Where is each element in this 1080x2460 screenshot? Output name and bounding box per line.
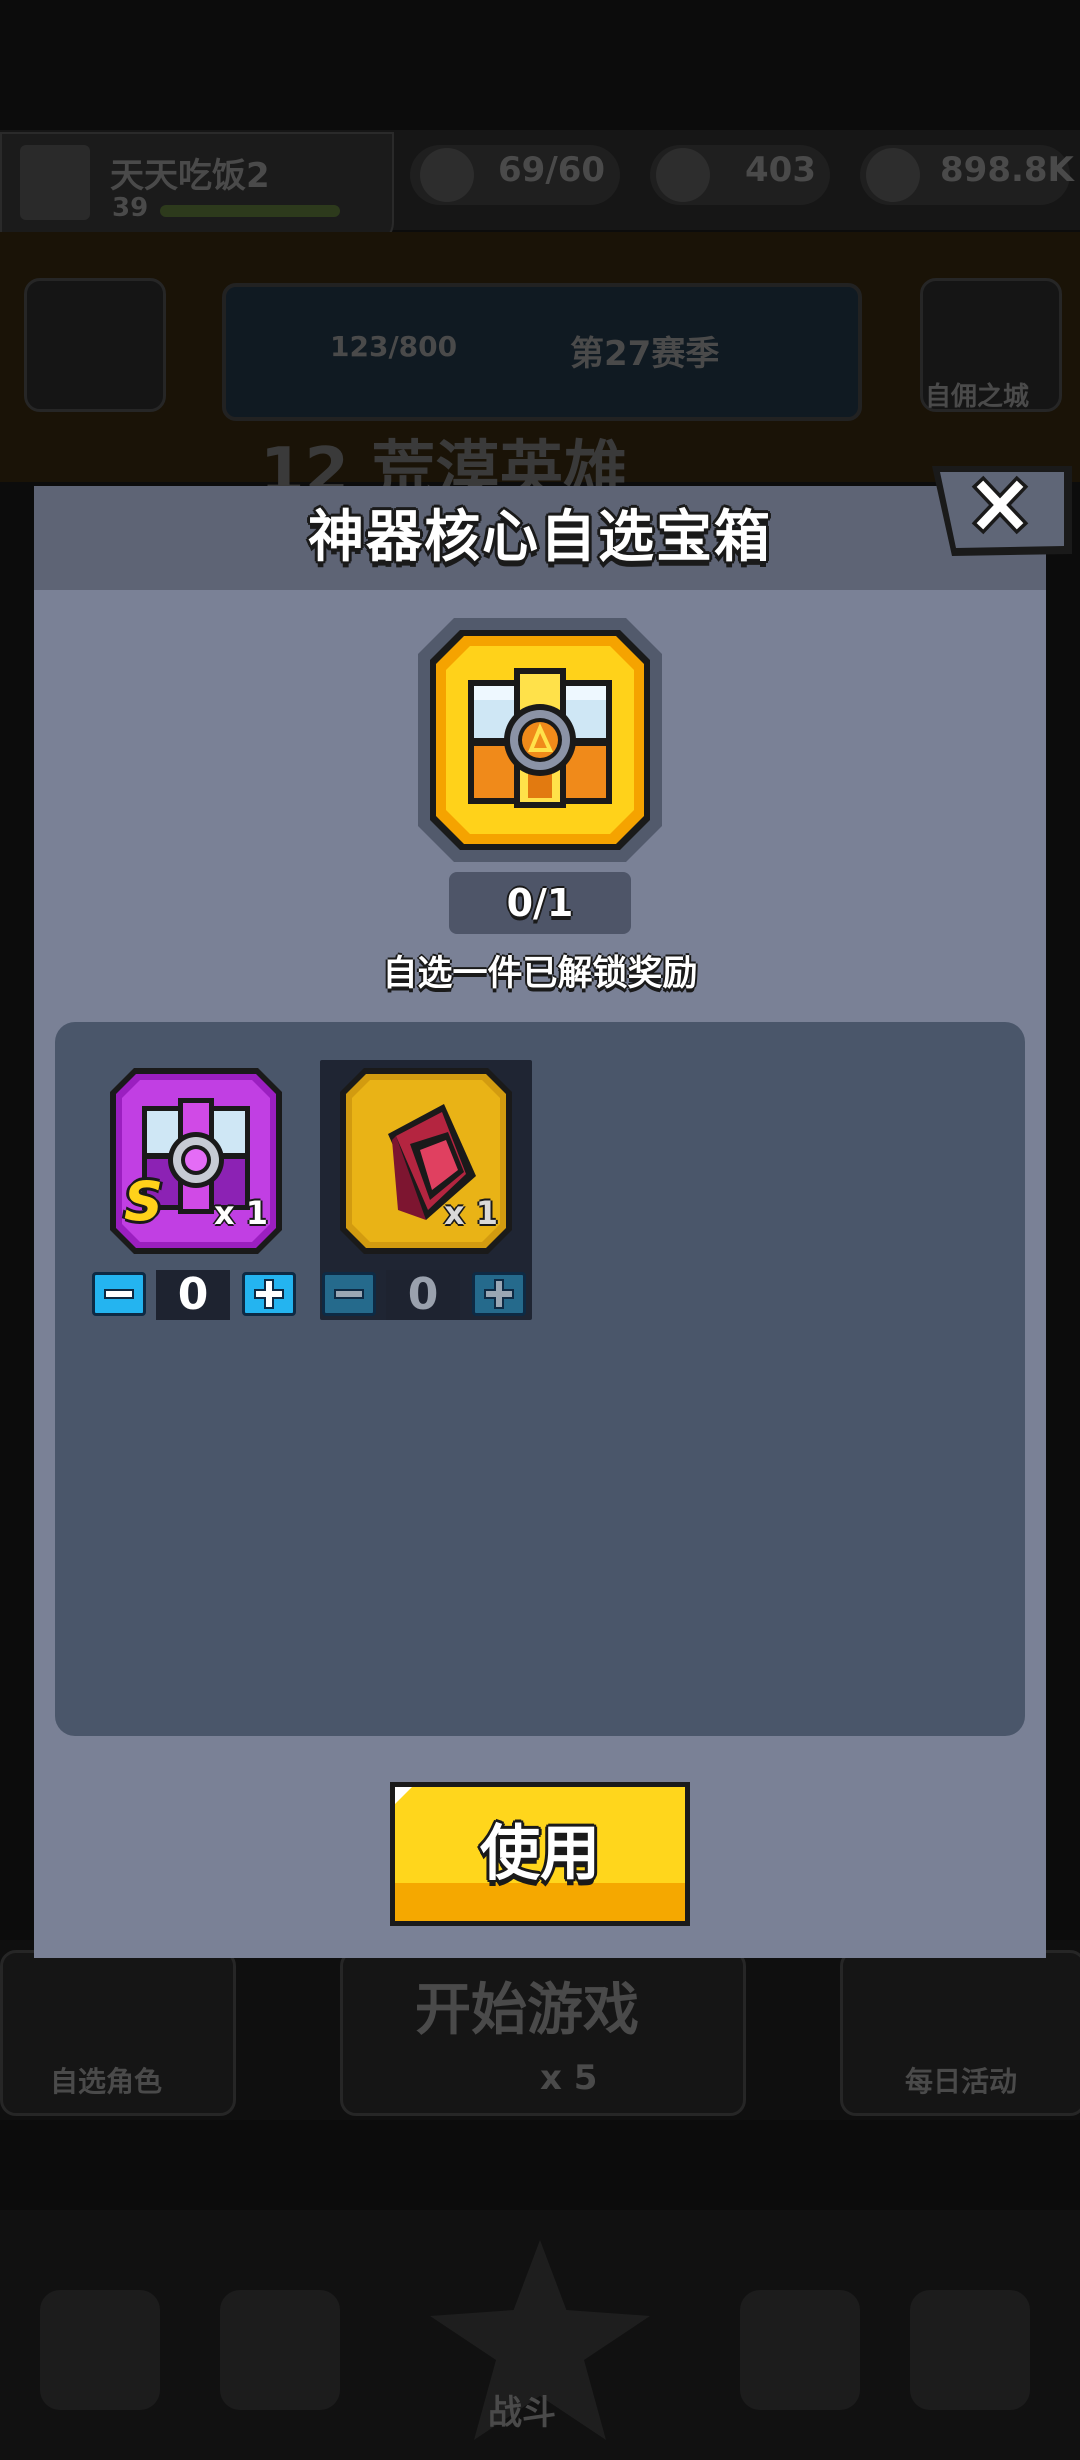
- item-count: x 1: [214, 1194, 269, 1232]
- nav-talent-icon: [740, 2290, 860, 2410]
- start-game-label: 开始游戏: [415, 1978, 639, 2043]
- xp-bar: [160, 205, 340, 217]
- minus-icon: [334, 1289, 364, 1299]
- selection-counter: 0/1: [449, 872, 631, 934]
- menu-list-button: [24, 278, 166, 412]
- increase-button[interactable]: [472, 1272, 526, 1316]
- reward-item-purple-chest[interactable]: S x 1 0: [92, 1060, 296, 1320]
- close-icon: [932, 466, 1072, 556]
- quantity-stepper: 0: [92, 1268, 296, 1320]
- coins-value: 898.8K: [940, 150, 1074, 190]
- item-grade-badge: S: [124, 1170, 163, 1233]
- player-level: 39: [112, 193, 149, 223]
- selection-hint: 自选一件已解锁奖励: [382, 954, 698, 994]
- artifact-core-chest-icon: [418, 618, 662, 862]
- character-select-label: 自选角色: [50, 2065, 163, 2098]
- player-avatar: [20, 145, 90, 220]
- gems-value: 403: [745, 150, 816, 190]
- season-panel: [222, 283, 862, 421]
- gem-icon: [656, 148, 710, 202]
- nav-shop-icon: [40, 2290, 160, 2410]
- quantity-stepper: 0: [322, 1268, 526, 1320]
- nav-forge-icon: [910, 2290, 1030, 2410]
- coin-icon: [866, 148, 920, 202]
- use-button[interactable]: 使用: [390, 1782, 690, 1926]
- plus-icon: [484, 1279, 514, 1309]
- reward-item-red-artifact[interactable]: x 1 0: [320, 1060, 532, 1320]
- energy-value: 69/60: [498, 150, 606, 190]
- decrease-button[interactable]: [322, 1272, 376, 1316]
- increase-button[interactable]: [242, 1272, 296, 1316]
- energy-icon: [420, 148, 474, 202]
- dialog-title: 神器核心自选宝箱: [308, 505, 772, 570]
- plus-icon: [254, 1279, 284, 1309]
- nav-equipment-icon: [220, 2290, 340, 2410]
- daily-event-label: 每日活动: [905, 2065, 1018, 2098]
- quantity-value: 0: [156, 1270, 230, 1320]
- decrease-button[interactable]: [92, 1272, 146, 1316]
- minus-icon: [104, 1289, 134, 1299]
- close-button[interactable]: [930, 462, 1074, 562]
- use-button-label: 使用: [480, 1819, 600, 1889]
- player-name: 天天吃饭2: [110, 156, 270, 196]
- quantity-value: 0: [386, 1270, 460, 1320]
- season-label: 第27赛季: [570, 334, 720, 374]
- nav-battle-label: 战斗: [488, 2393, 556, 2433]
- trophy-progress: 123/800: [330, 330, 458, 363]
- item-count: x 1: [444, 1194, 499, 1232]
- start-game-cost: x 5: [540, 2058, 598, 2098]
- side-city-label: 自佣之城: [925, 382, 1030, 412]
